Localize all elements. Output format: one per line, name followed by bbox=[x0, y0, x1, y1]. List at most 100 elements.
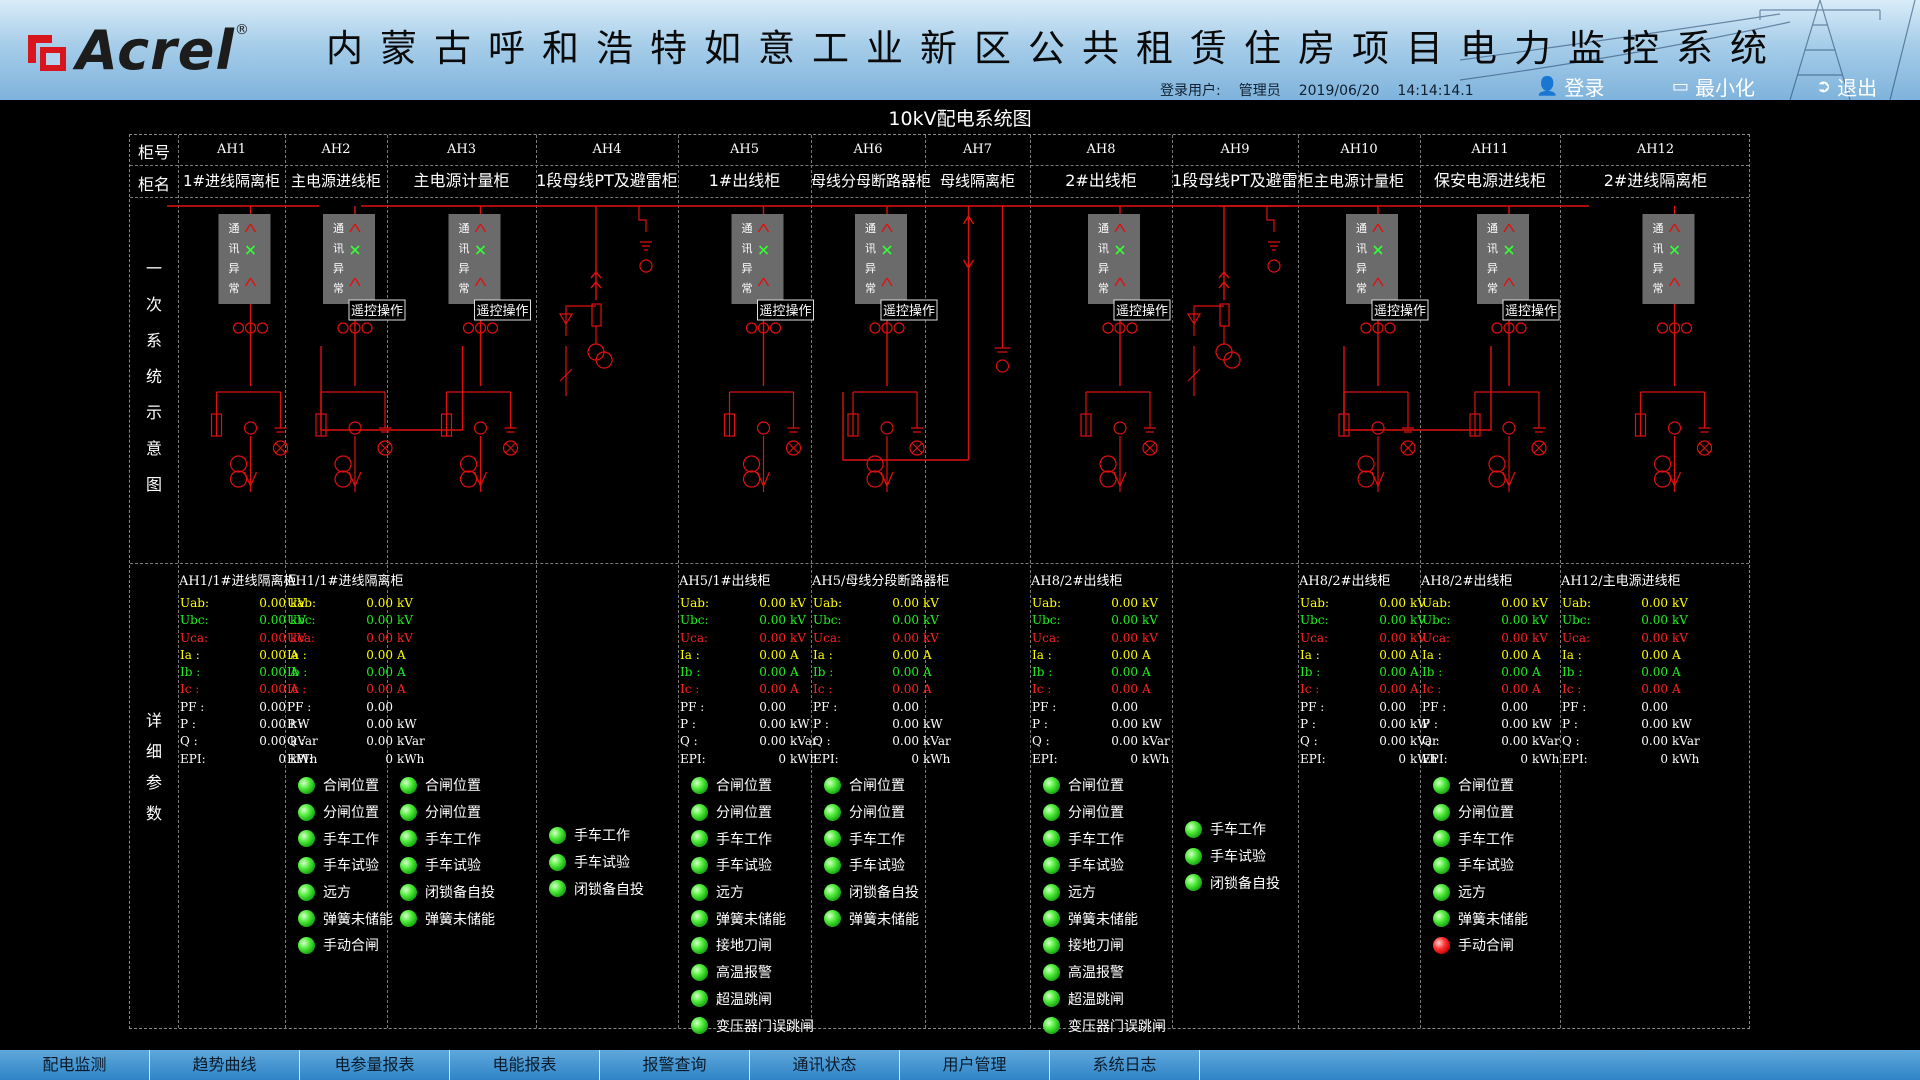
param-label: Ib : bbox=[1562, 665, 1583, 680]
status-indicator-label: 远方 bbox=[1068, 885, 1096, 902]
status-indicator-label: 远方 bbox=[323, 885, 351, 902]
param-block: Uab: 0.00 kV Ubc: 0.00 kV Uca: 0.00 kV Ia :0.00 A I… bbox=[1422, 595, 1560, 768]
param-label: P : bbox=[287, 717, 303, 732]
status-led-icon bbox=[824, 883, 841, 901]
nav-item-param-report[interactable]: 电参量报表 bbox=[300, 1050, 450, 1080]
param-label: Uca: bbox=[287, 630, 316, 645]
status-indicator-label: 弹簧未储能 bbox=[425, 911, 495, 928]
param-unit: kW bbox=[397, 717, 417, 732]
comm-status-char: 讯 bbox=[1356, 242, 1367, 255]
comm-status-char: 通 bbox=[1487, 222, 1498, 235]
remote-operation-button[interactable]: 遥控操作 bbox=[880, 299, 938, 321]
meter-symbol bbox=[243, 421, 258, 435]
exit-button[interactable]: ➲ 退出 bbox=[1816, 72, 1877, 100]
status-led-icon bbox=[1433, 883, 1450, 901]
ct-symbol bbox=[869, 322, 881, 334]
param-block: Uab: 0.00 kV Ubc: 0.00 kV Uca: 0.00 kV Ia :0.00 A I… bbox=[1300, 595, 1438, 768]
status-indicator-label: 超温跳闸 bbox=[1068, 991, 1124, 1008]
minimize-button[interactable]: ▭ 最小化 bbox=[1672, 72, 1755, 100]
pt-fuse bbox=[1219, 303, 1230, 327]
status-indicator-label: 手车工作 bbox=[849, 831, 905, 848]
param-value: 0.00 bbox=[1501, 630, 1528, 645]
arrester-symbol bbox=[1698, 392, 1711, 433]
cabinet-name: 保安电源进线柜 bbox=[1433, 171, 1546, 190]
status-indicator-group: 合闸位置 分闸位置 手车工作 手车试验 闭锁备自投 弹簧未储能 bbox=[400, 772, 495, 932]
remote-operation-button[interactable]: 遥控操作 bbox=[1502, 299, 1560, 321]
lamp-cross bbox=[788, 442, 799, 454]
remote-operation-button[interactable]: 遥控操作 bbox=[1113, 299, 1171, 321]
remote-operation-button[interactable]: 遥控操作 bbox=[757, 299, 814, 321]
param-label: Ia : bbox=[1562, 647, 1582, 662]
param-value: 0.00 bbox=[366, 630, 393, 645]
status-indicator-label: 接地刀闸 bbox=[716, 938, 772, 955]
cabinet-id: AH2 bbox=[321, 142, 351, 157]
tie-wire bbox=[842, 392, 969, 461]
param-row: Q : 0.00 kVar bbox=[813, 733, 951, 750]
cabinet-1-diagram: 通讯异常 bbox=[315, 206, 393, 492]
param-row: EPI: 0 kWh bbox=[1032, 751, 1170, 768]
minimize-icon: ▭ bbox=[1672, 76, 1690, 97]
status-led-icon bbox=[298, 910, 315, 928]
ct-symbol bbox=[337, 322, 349, 334]
param-value: 0.00 bbox=[892, 665, 919, 680]
param-unit: kW bbox=[1672, 717, 1692, 732]
param-value: 0.00 bbox=[1111, 630, 1138, 645]
cabinet-name: 母线隔离柜 bbox=[939, 172, 1015, 190]
param-value: 0 bbox=[1520, 751, 1528, 766]
cabinet-7-diagram: 通讯异常 bbox=[1080, 206, 1158, 492]
status-indicator: 闭锁备自投 bbox=[824, 879, 919, 906]
param-label: PF : bbox=[1422, 699, 1447, 714]
nav-item-trend-curve[interactable]: 趋势曲线 bbox=[150, 1050, 300, 1080]
comm-status-char: 通 bbox=[333, 222, 344, 235]
cabinet-id: AH11 bbox=[1471, 142, 1509, 157]
status-indicator-label: 分闸位置 bbox=[1068, 805, 1124, 822]
param-label: Ubc: bbox=[1562, 613, 1591, 628]
param-block-title: AH5/母线分段断路器柜 bbox=[812, 574, 950, 589]
remote-operation-button[interactable]: 遥控操作 bbox=[348, 299, 406, 321]
param-unit: kV bbox=[397, 613, 413, 628]
nav-item-alarm-query[interactable]: 报警查询 bbox=[600, 1050, 750, 1080]
param-label: Q : bbox=[1422, 734, 1440, 749]
status-indicator-label: 闭锁备自投 bbox=[1210, 875, 1280, 892]
remote-operation-button[interactable]: 遥控操作 bbox=[474, 299, 531, 321]
cabinet-id: AH8 bbox=[1086, 142, 1116, 157]
lamp-cross bbox=[1144, 442, 1156, 454]
comm-status-char: 通 bbox=[742, 222, 753, 235]
cabinet-id: AH12 bbox=[1636, 142, 1675, 157]
cabinet-name: 母线分母断路器柜 bbox=[811, 172, 932, 190]
status-indicator: 手车试验 bbox=[824, 852, 919, 879]
param-label: Ia : bbox=[180, 647, 200, 662]
param-unit: kV bbox=[1672, 596, 1688, 610]
param-unit: kV bbox=[1532, 630, 1548, 645]
arrester-symbol bbox=[1144, 392, 1156, 433]
status-led-icon bbox=[1433, 936, 1450, 954]
param-unit: A bbox=[923, 682, 932, 697]
cabinet-name: 1段母线PT及避雷柜 bbox=[1172, 171, 1314, 190]
nav-item-system-log[interactable]: 系统日志 bbox=[1050, 1050, 1200, 1080]
meter-symbol bbox=[1502, 421, 1516, 435]
nav-item-energy-report[interactable]: 电能报表 bbox=[450, 1050, 600, 1080]
param-unit: kV bbox=[1142, 630, 1158, 645]
status-indicator: 手车工作 bbox=[824, 825, 919, 852]
login-button[interactable]: 👤 登录 bbox=[1536, 72, 1604, 100]
param-value: 0.00 bbox=[759, 596, 786, 610]
comm-status-panel bbox=[448, 214, 501, 304]
login-button-label: 登录 bbox=[1564, 76, 1605, 100]
status-indicator-label: 变压器门误跳闸 bbox=[716, 1018, 814, 1035]
param-row: EPI: 0 kWh bbox=[287, 751, 425, 768]
param-row: Ubc: 0.00 kV bbox=[813, 612, 951, 629]
remote-operation-button[interactable]: 遥控操作 bbox=[1371, 299, 1429, 321]
nav-item-comm-status[interactable]: 通讯状态 bbox=[750, 1050, 900, 1080]
exit-icon: ➲ bbox=[1816, 76, 1832, 97]
arrester-branch bbox=[1186, 305, 1224, 396]
nav-item-power-monitoring[interactable]: 配电监测 bbox=[0, 1050, 150, 1080]
param-value: 0.00 bbox=[1111, 647, 1138, 662]
lamp-cross bbox=[505, 442, 516, 454]
nav-item-user-management[interactable]: 用户管理 bbox=[900, 1050, 1050, 1080]
param-label: Ic : bbox=[680, 682, 700, 697]
status-led-icon bbox=[691, 990, 708, 1008]
param-block-title: AH1/1#进线隔离柜 bbox=[286, 574, 404, 589]
page-title: 10kV配电系统图 bbox=[888, 108, 1032, 130]
user-icon: 👤 bbox=[1536, 76, 1559, 97]
param-unit: A bbox=[1410, 682, 1419, 697]
